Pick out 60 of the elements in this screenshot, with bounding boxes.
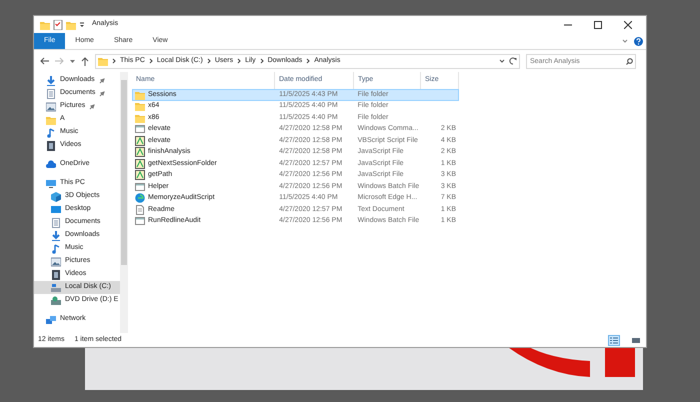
up-arrow-icon xyxy=(81,56,89,66)
batch-file-icon xyxy=(135,216,145,226)
disc-drive-icon xyxy=(51,296,61,306)
chevron-right-icon xyxy=(112,58,116,64)
pin-icon xyxy=(98,78,105,84)
chevron-right-icon xyxy=(206,58,211,64)
script-file-icon xyxy=(135,158,145,169)
list-view-icon xyxy=(610,336,618,344)
hard-drive-icon xyxy=(51,282,61,292)
folder-icon xyxy=(40,20,50,30)
desktop-icon xyxy=(51,204,61,214)
monitor-icon xyxy=(46,178,56,188)
help-icon xyxy=(634,36,643,46)
forward-arrow-icon xyxy=(55,57,64,65)
script-file-icon xyxy=(135,147,145,158)
text-file-icon xyxy=(135,204,145,215)
film-icon xyxy=(51,270,61,280)
folder-icon xyxy=(46,114,56,124)
document-icon xyxy=(51,218,61,228)
chevron-right-icon xyxy=(306,58,310,64)
music-note-icon xyxy=(46,128,56,138)
film-icon xyxy=(46,140,56,150)
folder-icon xyxy=(98,56,108,66)
customize-arrow-icon xyxy=(79,22,85,28)
refresh-icon xyxy=(509,57,517,65)
search-icon xyxy=(626,58,633,64)
folder-icon xyxy=(135,90,145,100)
chevron-right-icon xyxy=(148,58,153,64)
document-icon xyxy=(46,88,56,98)
network-icon xyxy=(46,314,56,324)
cube-icon xyxy=(51,192,61,202)
picture-icon xyxy=(51,256,61,266)
batch-file-icon xyxy=(135,182,145,192)
checklist-icon xyxy=(53,20,63,30)
dropdown-caret-icon xyxy=(70,58,75,64)
thumbnail-view-icon xyxy=(632,336,640,344)
chevron-right-icon xyxy=(260,58,264,64)
scrollbar[interactable] xyxy=(120,72,128,333)
cloud-icon xyxy=(46,160,56,170)
details-view-button[interactable] xyxy=(608,334,620,346)
pin-icon xyxy=(89,104,96,110)
picture-icon xyxy=(46,102,56,112)
folder-icon xyxy=(66,20,76,30)
down-arrow-icon xyxy=(46,76,56,86)
pin-icon xyxy=(99,90,106,96)
down-arrow-icon xyxy=(51,230,61,240)
folder-icon xyxy=(135,112,145,123)
music-note-icon xyxy=(51,244,61,254)
back-arrow-icon xyxy=(40,57,49,65)
scrollbar-thumb[interactable] xyxy=(121,80,127,265)
script-file-icon xyxy=(135,170,145,180)
close-icon xyxy=(624,20,632,28)
chevron-right-icon xyxy=(237,58,242,64)
expand-chevron-icon xyxy=(622,38,628,44)
maximize-icon xyxy=(594,20,602,28)
edge-browser-icon xyxy=(135,193,145,204)
dropdown-caret-icon xyxy=(499,58,505,64)
script-file-icon xyxy=(135,136,145,146)
folder-icon xyxy=(135,101,145,112)
batch-file-icon xyxy=(135,124,145,134)
